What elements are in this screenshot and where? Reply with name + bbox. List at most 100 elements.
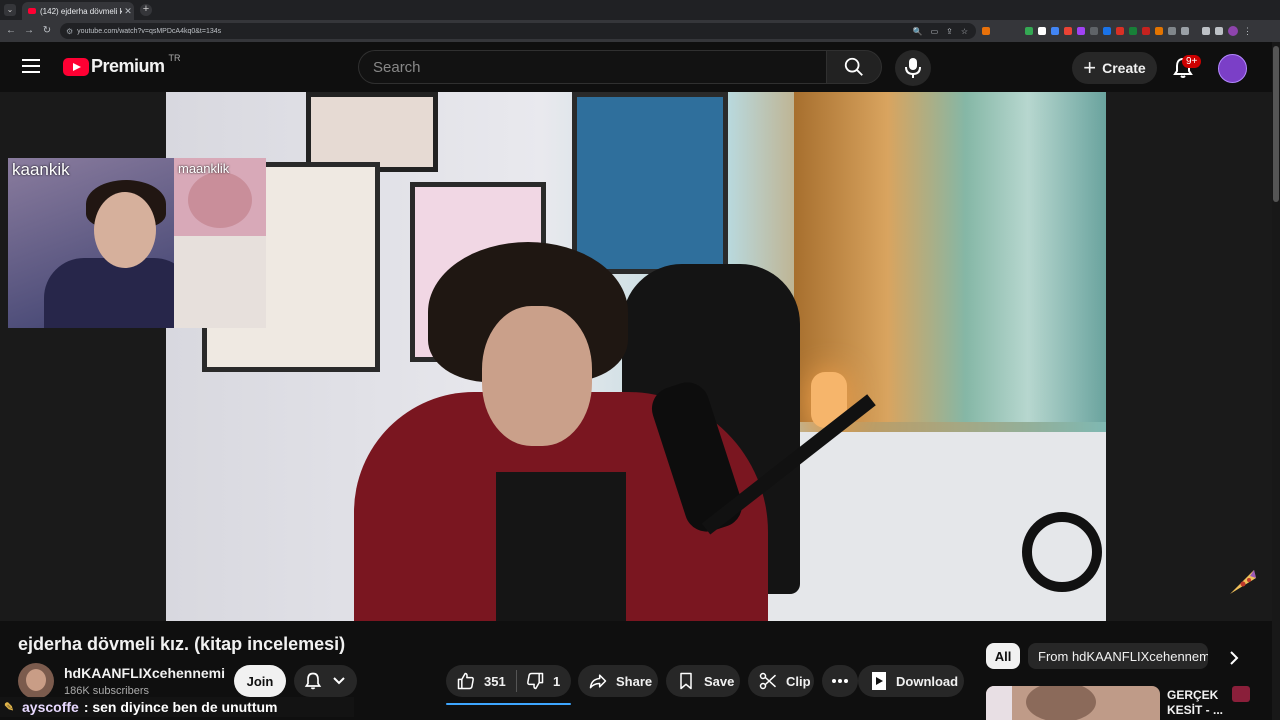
youtube-premium-logo[interactable]: Premium TR	[63, 52, 181, 77]
pizza-icon	[1230, 570, 1256, 594]
plus-icon: +	[1083, 55, 1097, 80]
menu-icon[interactable]	[22, 59, 40, 75]
video-person-shirt	[496, 472, 626, 621]
webcam-right-face	[188, 172, 252, 228]
bell-icon	[304, 672, 322, 690]
video-poster	[306, 92, 438, 172]
bookmark-star-icon[interactable]: ☆	[961, 27, 968, 36]
youtube-play-icon	[63, 57, 89, 76]
country-code: TR	[168, 52, 181, 63]
reload-icon[interactable]: ↻	[40, 23, 54, 39]
download-icon	[872, 672, 886, 690]
dislike-button[interactable]: 1	[517, 671, 560, 691]
chevron-down-icon	[333, 677, 345, 685]
browser-menu-icon[interactable]: ⋮	[1243, 26, 1252, 37]
zoom-icon[interactable]: 🔍	[913, 27, 923, 36]
search-box	[358, 50, 826, 84]
new-tab-button[interactable]: +	[140, 4, 152, 16]
clip-button[interactable]: Clip	[748, 665, 814, 697]
downloads-icon[interactable]	[1202, 27, 1210, 35]
scissors-icon	[759, 672, 777, 690]
chip-all[interactable]: All	[986, 643, 1020, 669]
extensions-bar: ⋮	[982, 24, 1252, 38]
chip-from-channel[interactable]: From hdKAANFLIXcehennemi	[1028, 643, 1208, 669]
like-dislike-group: 351 1	[446, 665, 571, 697]
extension-icon[interactable]	[1129, 27, 1137, 35]
chat-message: ✎ ayscoffe : sen diyince ben de unuttum	[0, 697, 354, 717]
recommended-channel-icon	[1232, 686, 1250, 702]
account-avatar[interactable]	[1218, 54, 1247, 83]
search-button[interactable]	[826, 50, 882, 84]
subscriber-count: 186K subscribers	[64, 685, 149, 697]
webcam-label-left: kaankik	[12, 160, 70, 179]
site-info-icon[interactable]: ⚙	[66, 27, 73, 36]
back-icon[interactable]: ←	[4, 23, 18, 39]
share-page-icon[interactable]: ⇪	[946, 27, 953, 36]
extension-icon[interactable]	[1155, 27, 1163, 35]
bookmark-icon	[680, 672, 692, 690]
extension-icon[interactable]	[1103, 27, 1111, 35]
video-title: ejderha dövmeli kız. (kitap incelemesi)	[18, 634, 346, 654]
like-ratio-bar	[446, 703, 571, 705]
webcam-bottom-feed	[174, 236, 266, 328]
search-input[interactable]	[359, 51, 813, 83]
more-actions-button[interactable]	[822, 665, 858, 697]
side-panel-icon[interactable]	[1215, 27, 1223, 35]
share-label: Share	[616, 673, 653, 689]
video-player[interactable]: kaankik maanklik	[0, 92, 1272, 621]
like-button[interactable]: 351	[446, 671, 516, 691]
notifications-badge: 9+	[1182, 55, 1202, 68]
extension-icon[interactable]	[1025, 27, 1033, 35]
extension-icon[interactable]	[1038, 27, 1046, 35]
share-button[interactable]: Share	[578, 665, 658, 697]
video-headphones	[1022, 512, 1102, 592]
chat-text: : sen diyince ben de unuttum	[83, 699, 278, 715]
forward-icon[interactable]: →	[22, 23, 36, 39]
voice-search-button[interactable]	[895, 50, 931, 86]
subscription-notifications-button[interactable]	[294, 665, 357, 697]
video-poster	[572, 92, 728, 274]
extension-icon[interactable]	[1077, 27, 1085, 35]
download-button[interactable]: Download	[858, 665, 964, 697]
extension-icon[interactable]	[1051, 27, 1059, 35]
tab-title: (142) ejderha dövmeli kız. (kitap	[40, 6, 122, 16]
recommended-video-title[interactable]: GERÇEK KESİT - ...	[1167, 688, 1227, 718]
extensions-puzzle-icon[interactable]	[1181, 27, 1189, 35]
extension-icon[interactable]	[982, 27, 990, 35]
video-curtain	[794, 92, 1106, 422]
channel-avatar[interactable]	[18, 663, 54, 699]
create-button[interactable]: + Create	[1072, 52, 1157, 84]
search-icon	[844, 57, 863, 76]
video-frame[interactable]	[166, 92, 1106, 621]
clip-label: Clip	[786, 673, 811, 689]
save-label: Save	[704, 673, 735, 689]
cast-icon[interactable]: ▭	[931, 27, 939, 36]
join-button[interactable]: Join	[234, 665, 286, 697]
extension-icon[interactable]	[1116, 27, 1124, 35]
chevron-right-icon[interactable]	[1224, 648, 1244, 668]
tab-search-button[interactable]: ⌄	[4, 4, 16, 16]
scrollbar-thumb[interactable]	[1273, 46, 1279, 202]
extension-icon[interactable]	[1064, 27, 1072, 35]
extension-icon[interactable]	[1168, 27, 1176, 35]
brand-name: Premium	[91, 56, 165, 76]
url-text[interactable]: youtube.com/watch?v=qsMPDcA4kq0&t=134s	[77, 28, 912, 35]
close-tab-icon[interactable]: ✕	[122, 6, 134, 17]
browser-tab-bar: ⌄ (142) ejderha dövmeli kız. (kitap ✕ +	[0, 0, 1280, 20]
extension-icon[interactable]	[1090, 27, 1098, 35]
chat-username: ayscoffe	[22, 699, 79, 715]
extension-icon[interactable]	[1142, 27, 1150, 35]
recommended-video-thumbnail[interactable]	[986, 686, 1160, 720]
browser-tab[interactable]: (142) ejderha dövmeli kız. (kitap ✕	[22, 2, 134, 20]
dislike-count: 1	[553, 673, 561, 689]
save-button[interactable]: Save	[666, 665, 740, 697]
share-icon	[589, 674, 607, 689]
webcam-person-body	[44, 258, 194, 328]
webcam-overlay: kaankik maanklik	[8, 158, 266, 328]
channel-name[interactable]: hdKAANFLIXcehennemi	[64, 665, 225, 681]
profile-avatar-icon[interactable]	[1228, 26, 1238, 36]
microphone-icon	[905, 58, 921, 78]
omnibox[interactable]: ⚙ youtube.com/watch?v=qsMPDcA4kq0&t=134s…	[60, 23, 976, 39]
webcam-person-face	[94, 192, 156, 268]
page-scrollbar[interactable]	[1272, 42, 1280, 720]
